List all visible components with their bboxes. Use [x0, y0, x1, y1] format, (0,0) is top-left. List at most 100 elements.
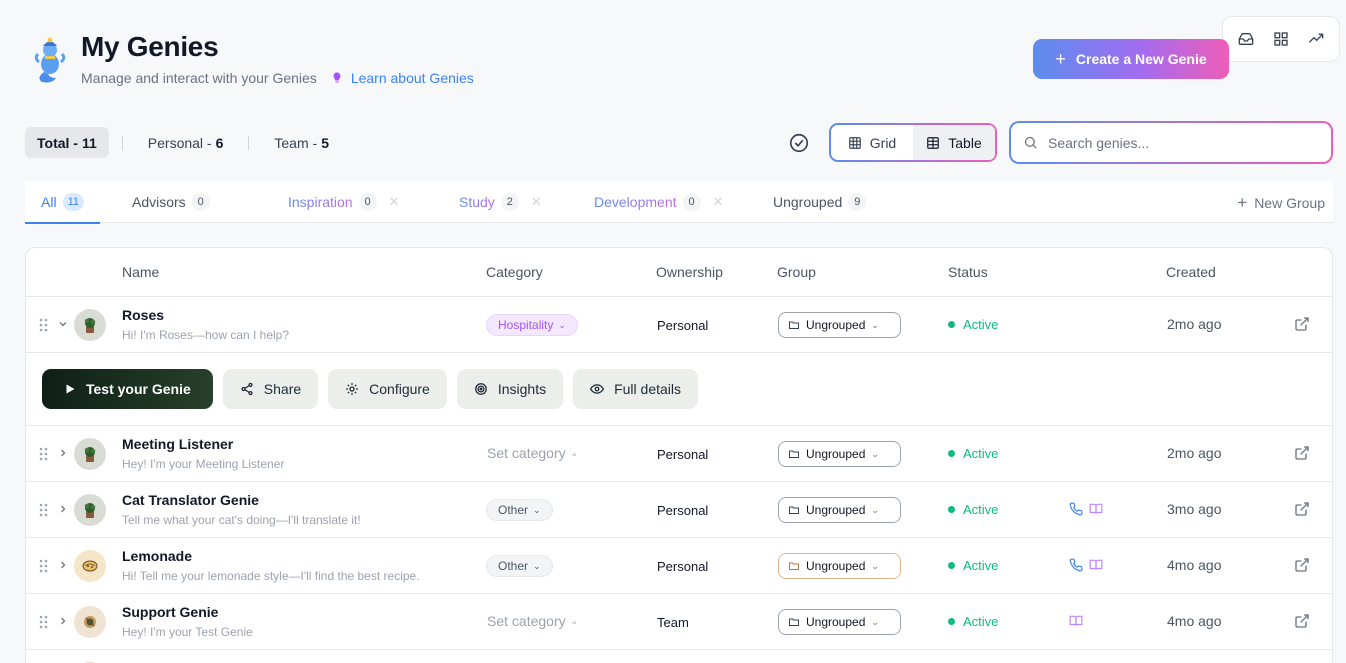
genie-description: Hi! I'm Roses—how can I help?	[122, 328, 290, 342]
count-total[interactable]: Total -11	[25, 127, 109, 158]
genie-name[interactable]: Lemonade	[122, 548, 192, 564]
close-icon[interactable]: ✕	[389, 194, 400, 210]
trending-icon[interactable]	[1305, 28, 1327, 50]
drag-handle-icon[interactable]	[39, 318, 49, 332]
avatar	[74, 494, 106, 526]
folder-icon	[789, 562, 799, 570]
grid-view-button[interactable]: Grid	[831, 125, 913, 160]
gear-icon	[346, 383, 358, 395]
chevron-right-icon[interactable]	[57, 615, 69, 627]
group-dropdown[interactable]: Ungrouped ⌄	[778, 312, 901, 338]
learn-about-genies-link[interactable]: Learn about Genies	[331, 70, 474, 86]
external-link-icon[interactable]	[1294, 316, 1310, 332]
genie-name[interactable]: Support Genie	[122, 604, 218, 620]
table-row[interactable]: Cat Translator Genie Tell me what your c…	[26, 482, 1332, 538]
created-date: 2mo ago	[1167, 445, 1222, 461]
tab-ungrouped[interactable]: Ungrouped 9	[773, 181, 867, 223]
group-dropdown[interactable]: Ungrouped ⌄	[778, 441, 901, 467]
category-dropdown[interactable]: Other ⌄	[486, 555, 553, 577]
plus-icon: +	[1237, 193, 1248, 212]
chevron-right-icon[interactable]	[57, 447, 69, 459]
genie-logo-icon	[34, 37, 66, 83]
status-badge: Active	[948, 558, 998, 573]
genie-counts: Total -11 Personal -6 Team -5	[25, 127, 341, 158]
search-box	[1009, 121, 1333, 164]
count-personal[interactable]: Personal -6	[136, 127, 236, 158]
full-details-button[interactable]: Full details	[573, 369, 699, 409]
capability-icons	[1069, 502, 1103, 516]
tab-study[interactable]: Study 2 ✕	[459, 181, 542, 223]
select-check-icon[interactable]	[788, 132, 810, 154]
tab-all[interactable]: All 11	[25, 181, 100, 224]
search-input[interactable]	[1048, 134, 1298, 151]
genie-description: Tell me what your cat's doing—I'll trans…	[122, 513, 361, 527]
drag-handle-icon[interactable]	[39, 559, 49, 573]
column-name[interactable]: Name	[122, 264, 159, 280]
external-link-icon[interactable]	[1294, 501, 1310, 517]
table-row[interactable]: Roses Hi! I'm Roses—how can I help? Hosp…	[26, 297, 1332, 353]
test-genie-button[interactable]: Test your Genie	[42, 369, 213, 409]
group-dropdown[interactable]: Ungrouped ⌄	[778, 609, 901, 635]
chevron-down-icon[interactable]	[57, 318, 69, 330]
column-ownership[interactable]: Ownership	[656, 264, 723, 280]
dashboard-icon[interactable]	[1270, 28, 1292, 50]
genie-description: Hi! Tell me your lemonade style—I'll fin…	[122, 569, 420, 583]
table-view-button[interactable]: Table	[913, 125, 995, 160]
column-category[interactable]: Category	[486, 264, 543, 280]
created-date: 2mo ago	[1167, 316, 1222, 332]
external-link-icon[interactable]	[1294, 445, 1310, 461]
close-icon[interactable]: ✕	[713, 194, 724, 210]
create-new-genie-button[interactable]: + Create a New Genie	[1033, 39, 1229, 79]
created-date: 3mo ago	[1167, 501, 1222, 517]
external-link-icon[interactable]	[1294, 557, 1310, 573]
divider	[121, 135, 123, 150]
tab-inspiration[interactable]: Inspiration 0 ✕	[288, 181, 400, 223]
genie-description: Hey! I'm your Meeting Listener	[122, 457, 285, 471]
column-status[interactable]: Status	[948, 264, 988, 280]
avatar	[74, 550, 106, 582]
new-group-button[interactable]: + New Group	[1237, 193, 1325, 213]
folder-icon	[789, 506, 799, 514]
plus-icon: +	[1055, 48, 1066, 69]
share-icon	[241, 382, 253, 396]
chevron-down-icon: ⌄	[570, 447, 579, 458]
group-dropdown[interactable]: Ungrouped ⌄	[778, 497, 901, 523]
table-row[interactable]	[26, 650, 1332, 663]
column-created[interactable]: Created	[1166, 264, 1216, 280]
category-dropdown[interactable]: Set category ⌄	[487, 613, 578, 629]
folder-icon	[789, 450, 799, 458]
tab-advisors[interactable]: Advisors 0	[132, 181, 210, 223]
chevron-right-icon[interactable]	[57, 503, 69, 515]
divider	[248, 135, 250, 150]
group-dropdown[interactable]: Ungrouped ⌄	[778, 553, 901, 579]
genie-name[interactable]: Roses	[122, 307, 164, 323]
count-team[interactable]: Team -5	[262, 127, 341, 158]
genie-name[interactable]: Cat Translator Genie	[122, 492, 259, 508]
avatar	[74, 606, 106, 638]
table-row[interactable]: Lemonade Hi! Tell me your lemonade style…	[26, 538, 1332, 594]
table-row[interactable]: Support Genie Hey! I'm your Test Genie S…	[26, 594, 1332, 650]
category-dropdown[interactable]: Set category ⌄	[487, 445, 578, 461]
share-button[interactable]: Share	[222, 369, 319, 409]
drag-handle-icon[interactable]	[39, 615, 49, 629]
ownership-value: Personal	[657, 447, 709, 462]
table-icon	[927, 136, 940, 149]
chevron-right-icon[interactable]	[57, 559, 69, 571]
genie-name[interactable]: Meeting Listener	[122, 436, 233, 452]
insights-button[interactable]: Insights	[456, 369, 564, 409]
chevron-down-icon: ⌄	[558, 319, 566, 330]
drag-handle-icon[interactable]	[39, 447, 49, 461]
table-row[interactable]: Meeting Listener Hey! I'm your Meeting L…	[26, 426, 1332, 482]
column-group[interactable]: Group	[777, 264, 816, 280]
category-dropdown[interactable]: Hospitality ⌄	[486, 314, 578, 336]
target-icon	[474, 383, 487, 395]
tab-development[interactable]: Development 0 ✕	[594, 181, 723, 223]
inbox-icon[interactable]	[1235, 28, 1257, 50]
category-dropdown[interactable]: Other ⌄	[486, 499, 553, 521]
drag-handle-icon[interactable]	[39, 503, 49, 517]
chevron-down-icon: ⌄	[871, 504, 879, 515]
close-icon[interactable]: ✕	[531, 194, 542, 210]
external-link-icon[interactable]	[1294, 613, 1310, 629]
configure-button[interactable]: Configure	[328, 369, 447, 409]
book-icon	[1089, 503, 1103, 514]
